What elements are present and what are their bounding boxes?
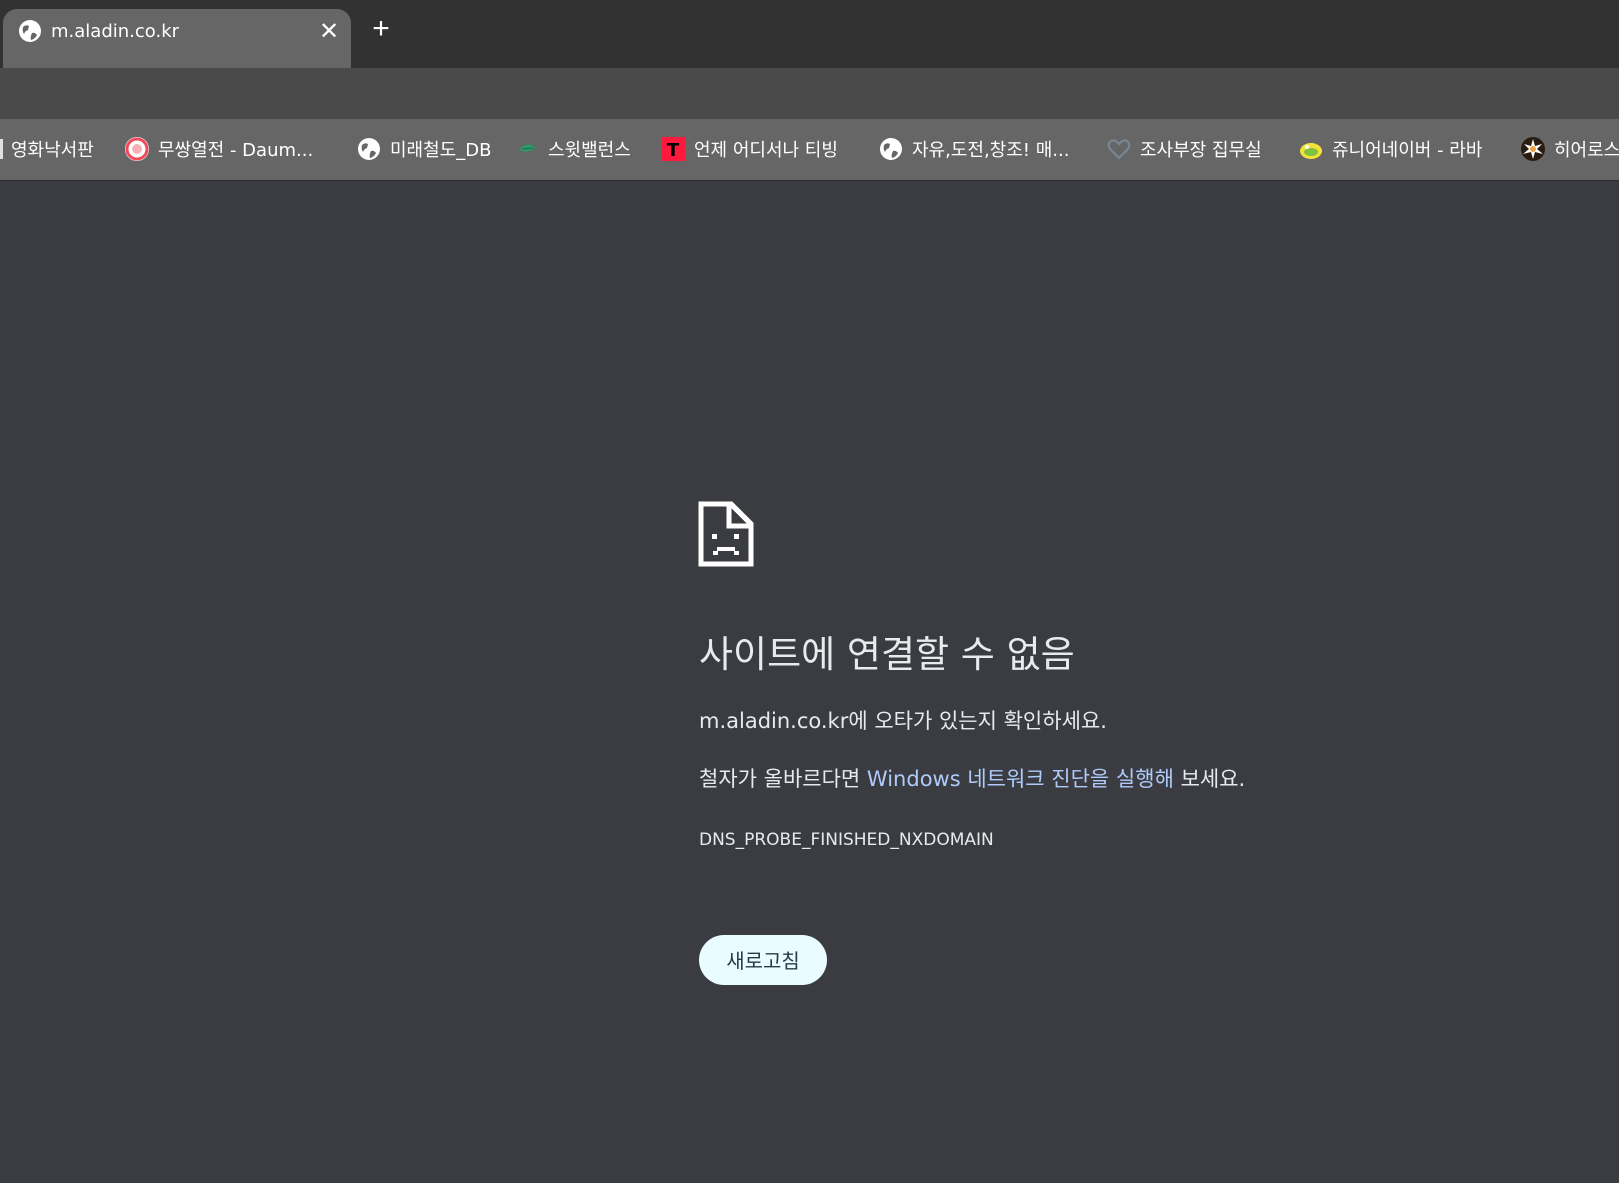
bookmark-tving[interactable]: T 언제 어디서나 티빙 xyxy=(660,133,838,165)
toolbar xyxy=(0,68,1619,119)
heart-icon xyxy=(1107,139,1131,160)
tab-strip: m.aladin.co.kr ✕ + xyxy=(0,0,1619,68)
bookmark-label: 쥬니어네이버 - 라바 xyxy=(1332,140,1483,161)
tab-active[interactable]: m.aladin.co.kr ✕ xyxy=(3,9,351,68)
bookmark-heroes[interactable]: 히어로스 xyxy=(1520,133,1619,165)
bookmark-label: 영화낙서판 xyxy=(11,140,94,161)
bookmark-edge-icon xyxy=(0,139,3,159)
typo-hint: m.aladin.co.kr에 오타가 있는지 확인하세요. xyxy=(699,709,1107,733)
network-diagnostics-link[interactable]: Windows 네트워크 진단을 실행해 xyxy=(867,767,1174,791)
error-heading: 사이트에 연결할 수 없음 xyxy=(699,633,1075,676)
larva-icon xyxy=(1300,143,1322,159)
diagnostics-hint: 철자가 올바르다면 Windows 네트워크 진단을 실행해 보세요. xyxy=(699,764,1245,794)
bookmark-future-rail[interactable]: 미래철도_DB xyxy=(356,133,491,165)
close-tab-icon[interactable]: ✕ xyxy=(314,17,344,47)
bookmark-freedom[interactable]: 자유,도전,창조! 매... xyxy=(878,133,1069,165)
bookmark-junior-naver[interactable]: 쥬니어네이버 - 라바 xyxy=(1298,133,1482,165)
leaf-icon xyxy=(519,144,536,152)
bookmark-label: 미래철도_DB xyxy=(390,140,492,161)
bookmark-sweet-balance[interactable]: 스윗밸런스 xyxy=(514,133,631,165)
bookmark-label: 무쌍열전 - Daum... xyxy=(158,140,314,161)
bookmark-movie-board[interactable]: 영화낙서판 xyxy=(0,133,94,165)
bookmark-label: 언제 어디서나 티빙 xyxy=(694,140,838,161)
diagnostics-suffix: 보세요. xyxy=(1173,767,1246,791)
cafe-icon xyxy=(125,137,149,161)
diagnostics-prefix: 철자가 올바르다면 xyxy=(699,767,867,791)
globe-icon xyxy=(880,138,902,160)
bookmark-musang[interactable]: 무쌍열전 - Daum... xyxy=(124,133,313,165)
tab-title: m.aladin.co.kr xyxy=(51,21,180,42)
error-page xyxy=(0,181,1619,1183)
bookmark-label: 스윗밸런스 xyxy=(548,140,631,161)
burst-icon xyxy=(1521,137,1545,161)
new-tab-button[interactable]: + xyxy=(364,12,398,46)
bookmarks-bar: 영화낙서판 무쌍열전 - Daum... 미래철도_DB 스윗밸런스 T 언제 … xyxy=(0,119,1619,181)
svg-text:T: T xyxy=(667,140,680,161)
bookmark-label: 조사부장 집무실 xyxy=(1140,140,1262,161)
bookmark-investigation[interactable]: 조사부장 집무실 xyxy=(1106,133,1262,165)
sad-document-icon xyxy=(698,501,754,567)
reload-button[interactable]: 새로고침 xyxy=(699,935,827,985)
bookmark-label: 자유,도전,창조! 매... xyxy=(912,140,1070,161)
bookmark-label: 히어로스 xyxy=(1554,140,1619,161)
tving-icon: T xyxy=(661,137,685,161)
globe-icon xyxy=(358,138,380,160)
globe-icon xyxy=(19,20,41,42)
error-code: DNS_PROBE_FINISHED_NXDOMAIN xyxy=(699,830,994,850)
